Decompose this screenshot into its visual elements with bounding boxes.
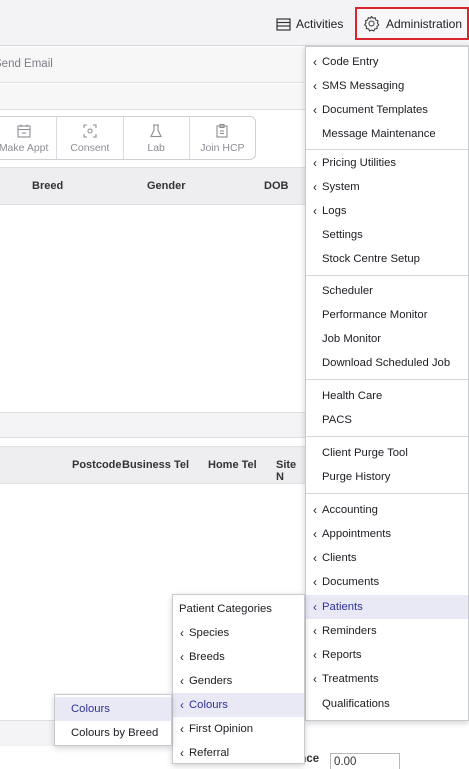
menu-item-colours-list[interactable]: Colours bbox=[55, 697, 171, 721]
chevron-left-icon: ‹ bbox=[313, 79, 317, 93]
menu-item-reminders[interactable]: ‹ Reminders bbox=[306, 619, 468, 643]
column-header-dob[interactable]: DOB bbox=[264, 180, 288, 192]
chevron-left-icon: ‹ bbox=[313, 55, 317, 69]
patient-table-header: Breed Gender DOB bbox=[0, 167, 305, 205]
menu-item-client-purge-tool[interactable]: Client Purge Tool bbox=[306, 441, 468, 465]
clipboard-icon bbox=[216, 123, 228, 138]
chevron-left-icon: ‹ bbox=[180, 698, 184, 712]
column-header-business-tel[interactable]: Business Tel bbox=[122, 459, 189, 471]
colours-submenu: Colours Colours by Breed bbox=[54, 694, 172, 746]
top-bar: Activities Administration bbox=[0, 0, 469, 46]
chevron-left-icon: ‹ bbox=[180, 722, 184, 736]
column-header-breed[interactable]: Breed bbox=[32, 180, 63, 192]
menu-item-pacs[interactable]: PACS bbox=[306, 408, 468, 432]
menu-item-patients[interactable]: ‹ Patients bbox=[306, 595, 468, 619]
menu-item-documents[interactable]: ‹ Documents bbox=[306, 570, 468, 594]
page: Activities Administration Send Email Mak… bbox=[0, 0, 469, 769]
column-header-gender[interactable]: Gender bbox=[147, 180, 186, 192]
join-hcp-button[interactable]: Join HCP bbox=[190, 117, 255, 159]
menu-item-clients[interactable]: ‹ Clients bbox=[306, 546, 468, 570]
chevron-left-icon: ‹ bbox=[313, 648, 317, 662]
menu-item-qualifications[interactable]: Qualifications bbox=[306, 692, 468, 716]
administration-button[interactable]: Administration bbox=[355, 7, 469, 40]
join-hcp-label: Join HCP bbox=[200, 141, 245, 154]
administration-label: Administration bbox=[386, 16, 463, 31]
separator-row bbox=[0, 412, 305, 438]
menu-item-message-maintenance[interactable]: Message Maintenance bbox=[306, 122, 468, 146]
menu-item-accounting[interactable]: ‹ Accounting bbox=[306, 498, 468, 522]
menu-item-species[interactable]: ‹ Species bbox=[173, 621, 304, 645]
menu-item-document-templates[interactable]: ‹ Document Templates bbox=[306, 98, 468, 122]
scan-icon bbox=[83, 123, 97, 138]
menu-divider bbox=[306, 275, 468, 276]
chevron-left-icon: ‹ bbox=[313, 575, 317, 589]
send-email-link[interactable]: Send Email bbox=[0, 58, 53, 70]
menu-item-colours-by-breed[interactable]: Colours by Breed bbox=[55, 721, 171, 745]
chevron-left-icon: ‹ bbox=[313, 527, 317, 541]
menu-item-appointments[interactable]: ‹ Appointments bbox=[306, 522, 468, 546]
menu-item-logs[interactable]: ‹ Logs bbox=[306, 199, 468, 223]
menu-item-purge-history[interactable]: Purge History bbox=[306, 465, 468, 489]
chevron-left-icon: ‹ bbox=[313, 672, 317, 686]
chevron-left-icon: ‹ bbox=[313, 204, 317, 218]
lab-button[interactable]: Lab bbox=[124, 117, 190, 159]
menu-item-first-opinion[interactable]: ‹ First Opinion bbox=[173, 717, 304, 741]
menu-item-breeds[interactable]: ‹ Breeds bbox=[173, 645, 304, 669]
chevron-left-icon: ‹ bbox=[180, 674, 184, 688]
menu-item-patient-categories[interactable]: Patient Categories bbox=[173, 597, 304, 621]
menu-divider bbox=[306, 379, 468, 380]
administration-menu: ‹ Code Entry ‹ SMS Messaging ‹ Document Tem… bbox=[305, 46, 469, 721]
column-header-site[interactable]: Site N bbox=[276, 459, 305, 483]
consent-button[interactable]: Consent bbox=[57, 117, 124, 159]
chevron-left-icon: ‹ bbox=[313, 156, 317, 170]
client-table-header: Postcode Business Tel Home Tel Site N bbox=[0, 446, 305, 484]
make-appt-label: Make Appt bbox=[0, 141, 49, 154]
send-email-row: Send Email bbox=[0, 47, 305, 83]
lab-label: Lab bbox=[147, 141, 165, 154]
chevron-left-icon: ‹ bbox=[313, 600, 317, 614]
menu-item-sms-messaging[interactable]: ‹ SMS Messaging bbox=[306, 74, 468, 98]
menu-item-reports[interactable]: ‹ Reports bbox=[306, 643, 468, 667]
chevron-left-icon: ‹ bbox=[313, 624, 317, 638]
blank-row bbox=[0, 84, 305, 110]
chevron-left-icon: ‹ bbox=[180, 746, 184, 760]
menu-item-performance-monitor[interactable]: Performance Monitor bbox=[306, 303, 468, 327]
activities-label: Activities bbox=[296, 17, 344, 31]
menu-divider bbox=[306, 149, 468, 150]
chevron-left-icon: ‹ bbox=[313, 103, 317, 117]
chevron-left-icon: ‹ bbox=[313, 180, 317, 194]
chevron-left-icon: ‹ bbox=[313, 503, 317, 517]
consent-label: Consent bbox=[70, 141, 110, 154]
column-header-postcode[interactable]: Postcode bbox=[72, 459, 122, 471]
make-appt-button[interactable]: Make Appt bbox=[0, 117, 58, 159]
menu-divider bbox=[306, 436, 468, 437]
chevron-left-icon: ‹ bbox=[180, 626, 184, 640]
chevron-left-icon: ‹ bbox=[313, 551, 317, 565]
menu-item-scheduler[interactable]: Scheduler bbox=[306, 279, 468, 303]
menu-item-stock-centre-setup[interactable]: Stock Centre Setup bbox=[306, 247, 468, 271]
menu-item-referral[interactable]: ‹ Referral bbox=[173, 741, 304, 765]
list-icon bbox=[276, 17, 291, 31]
menu-divider bbox=[306, 493, 468, 494]
calendar-icon bbox=[17, 124, 31, 138]
menu-item-job-monitor[interactable]: Job Monitor bbox=[306, 327, 468, 351]
menu-item-system[interactable]: ‹ System bbox=[306, 175, 468, 199]
menu-item-code-entry[interactable]: ‹ Code Entry bbox=[306, 50, 468, 74]
menu-item-colours[interactable]: ‹ Colours bbox=[173, 693, 304, 717]
chevron-left-icon: ‹ bbox=[180, 650, 184, 664]
menu-item-genders[interactable]: ‹ Genders bbox=[173, 669, 304, 693]
menu-item-download-scheduled-job[interactable]: Download Scheduled Job bbox=[306, 351, 468, 375]
activities-button[interactable]: Activities bbox=[276, 14, 343, 34]
menu-item-settings[interactable]: Settings bbox=[306, 223, 468, 247]
menu-item-pricing-utilities[interactable]: ‹ Pricing Utilities bbox=[306, 151, 468, 175]
menu-item-health-care[interactable]: Health Care bbox=[306, 384, 468, 408]
menu-item-treatments[interactable]: ‹ Treatments bbox=[306, 667, 468, 691]
flask-icon bbox=[150, 123, 162, 137]
patients-submenu: Patient Categories ‹ Species ‹ Breeds ‹ Gen… bbox=[172, 594, 305, 764]
gear-icon bbox=[364, 15, 380, 32]
patient-action-bar: Make Appt Consent Lab Join HCP bbox=[0, 116, 256, 160]
column-header-home-tel[interactable]: Home Tel bbox=[208, 459, 257, 471]
balance-field[interactable]: 0.00 bbox=[330, 753, 400, 769]
